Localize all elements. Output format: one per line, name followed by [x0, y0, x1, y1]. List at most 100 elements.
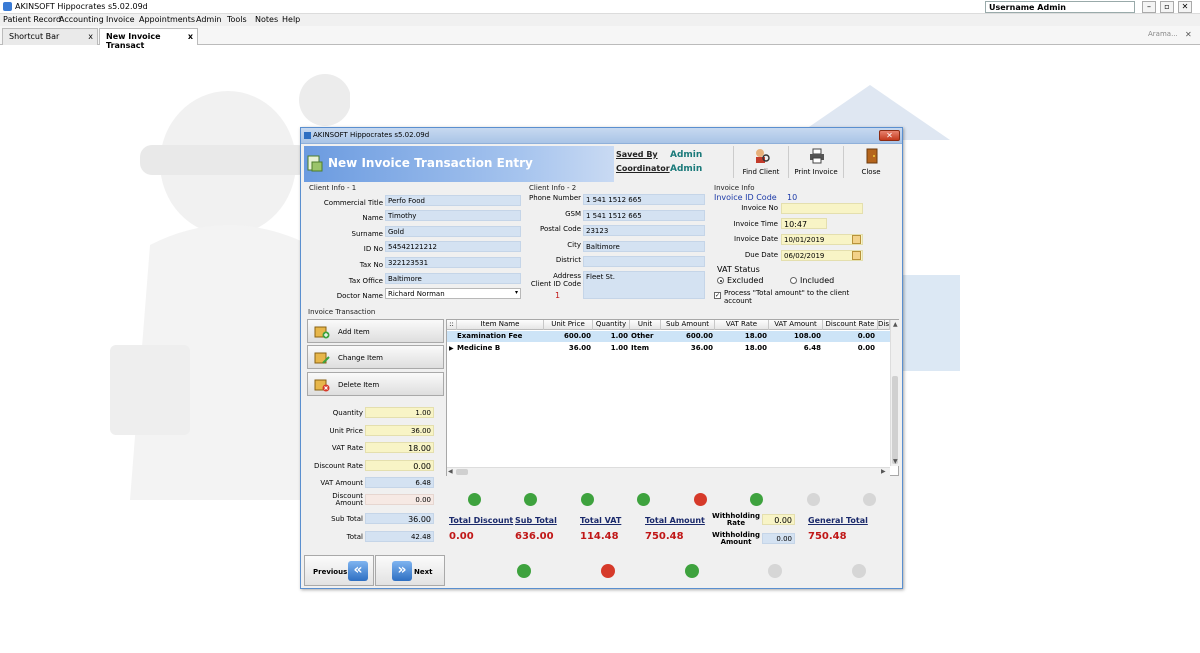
invoice-id-label: Invoice ID Code [714, 193, 777, 202]
id-no-field[interactable]: 54542121212 [385, 241, 521, 252]
vat-rate-label: VAT Rate [331, 444, 363, 452]
vat-rate-field[interactable]: 18.00 [365, 442, 434, 453]
previous-record-icon[interactable] [524, 493, 537, 506]
chevron-down-icon[interactable]: ▾ [515, 289, 518, 296]
invoice-date-field[interactable]: 10/01/2019 [781, 234, 863, 245]
next-button[interactable]: » Next [375, 555, 445, 586]
column-vat-rate[interactable]: VAT Rate [715, 320, 769, 330]
name-field[interactable]: Timothy [385, 210, 521, 221]
commercial-title-field[interactable]: Perfo Food [385, 195, 521, 206]
previous-button[interactable]: Previous « [304, 555, 374, 586]
column-item-name[interactable]: Item Name [457, 320, 544, 330]
confirm-icon[interactable] [768, 564, 782, 578]
change-item-button[interactable]: Change Item [307, 345, 444, 369]
process-total-checkbox[interactable]: ✓ [714, 292, 721, 299]
column-discount[interactable]: Dis [878, 320, 890, 330]
cell-vat-amount: 6.48 [803, 344, 821, 352]
withholding-amount-field: 0.00 [762, 533, 795, 544]
withholding-rate-field[interactable]: 0.00 [762, 514, 795, 525]
district-field[interactable] [583, 256, 705, 267]
grid-vertical-scrollbar[interactable]: ▲ ▼ [890, 320, 899, 466]
vat-excluded-radio[interactable] [717, 277, 724, 284]
surname-field[interactable]: Gold [385, 226, 521, 237]
grid-horizontal-scrollbar[interactable]: ◀ ▶ [447, 467, 890, 476]
maximize-button[interactable]: ▫ [1160, 1, 1174, 13]
next-record-icon[interactable] [581, 493, 594, 506]
doctor-name-dropdown[interactable]: Richard Norman ▾ [385, 288, 521, 299]
scroll-left-icon[interactable]: ◀ [448, 468, 453, 475]
menu-accounting[interactable]: Accounting [59, 15, 104, 24]
discount-rate-field[interactable]: 0.00 [365, 460, 434, 471]
district-label: District [555, 256, 581, 264]
menu-invoice[interactable]: Invoice [106, 15, 135, 24]
scroll-up-icon[interactable]: ▲ [893, 321, 898, 328]
tax-office-field[interactable]: Baltimore [385, 273, 521, 284]
menu-help[interactable]: Help [282, 15, 300, 24]
vertical-scroll-thumb[interactable] [892, 376, 898, 464]
close-dialog-button[interactable]: Close [843, 146, 897, 178]
due-date-field[interactable]: 06/02/2019 [781, 250, 863, 261]
menu-tools[interactable]: Tools [227, 15, 247, 24]
add-icon[interactable] [517, 564, 531, 578]
refresh-icon[interactable] [685, 564, 699, 578]
column-unit[interactable]: Unit [630, 320, 661, 330]
column-sub-amount[interactable]: Sub Amount [661, 320, 715, 330]
calendar-icon[interactable] [852, 251, 861, 260]
menu-admin[interactable]: Admin [196, 15, 222, 24]
username-field[interactable]: Username Admin [985, 1, 1135, 13]
window-close-button[interactable]: ✕ [1178, 1, 1192, 13]
gsm-field[interactable]: 1 541 1512 665 [583, 210, 705, 221]
table-row[interactable]: ▶ Medicine B 36.00 1.00 Item 36.00 18.00… [447, 343, 890, 354]
tab-close-icon[interactable]: x [188, 32, 193, 41]
dialog-close-button[interactable]: ✕ [879, 130, 900, 141]
discount-amount-label: Discount Amount [332, 492, 363, 507]
address-field[interactable]: Fleet St. [583, 271, 705, 299]
quantity-field[interactable]: 1.00 [365, 407, 434, 418]
cell-vat-rate: 18.00 [744, 344, 767, 352]
calendar-icon[interactable] [852, 235, 861, 244]
menu-appointments[interactable]: Appointments [139, 15, 195, 24]
delete-record-icon[interactable] [694, 493, 707, 506]
general-total-label: General Total [808, 516, 868, 525]
add-item-button[interactable]: Add Item [307, 319, 444, 343]
column-quantity[interactable]: Quantity [593, 320, 630, 330]
invoice-time-field[interactable]: 10:47 [781, 218, 827, 229]
find-client-button[interactable]: Find Client [733, 146, 787, 178]
unit-price-field[interactable]: 36.00 [365, 425, 434, 436]
last-record-icon[interactable] [637, 493, 650, 506]
delete-item-label: Delete Item [338, 381, 380, 389]
vat-included-radio[interactable] [790, 277, 797, 284]
menu-notes[interactable]: Notes [255, 15, 278, 24]
scroll-down-icon[interactable]: ▼ [893, 458, 898, 465]
refresh-icon[interactable] [750, 493, 763, 506]
minimize-button[interactable]: – [1142, 1, 1156, 13]
invoice-no-field[interactable] [781, 203, 863, 214]
tab-shortcut-bar[interactable]: Shortcut Bar x [2, 28, 98, 45]
tab-new-invoice[interactable]: New Invoice Transact x [99, 28, 198, 50]
table-row[interactable]: Examination Fee 600.00 1.00 Other 600.00… [447, 331, 890, 342]
delete-item-button[interactable]: Delete Item [307, 372, 444, 396]
first-record-icon[interactable] [468, 493, 481, 506]
tax-no-field[interactable]: 322123531 [385, 257, 521, 268]
city-field[interactable]: Baltimore [583, 241, 705, 252]
phone-field[interactable]: 1 541 1512 665 [583, 194, 705, 205]
total-vat-value: 114.48 [580, 531, 619, 542]
postal-code-field[interactable]: 23123 [583, 225, 705, 236]
tab-close-icon[interactable]: x [88, 32, 93, 41]
cancel-icon[interactable] [863, 493, 876, 506]
discount-amount-field[interactable]: 0.00 [365, 494, 434, 505]
client-info-2-title: Client Info - 2 [529, 184, 577, 192]
close-all-tabs-icon[interactable]: ✕ [1185, 30, 1192, 39]
column-vat-amount[interactable]: VAT Amount [769, 320, 823, 330]
scroll-right-icon[interactable]: ▶ [881, 468, 886, 475]
grid-header: :: Item Name Unit Price Quantity Unit Su… [447, 320, 890, 330]
cancel-icon[interactable] [852, 564, 866, 578]
horizontal-scroll-thumb[interactable] [456, 469, 468, 475]
column-discount-rate[interactable]: Discount Rate [823, 320, 878, 330]
confirm-icon[interactable] [807, 493, 820, 506]
remove-icon[interactable] [601, 564, 615, 578]
search-box[interactable]: Arama... [1148, 30, 1178, 38]
menu-patient-record[interactable]: Patient Record [3, 15, 61, 24]
print-invoice-button[interactable]: Print Invoice [788, 146, 842, 178]
column-unit-price[interactable]: Unit Price [544, 320, 593, 330]
